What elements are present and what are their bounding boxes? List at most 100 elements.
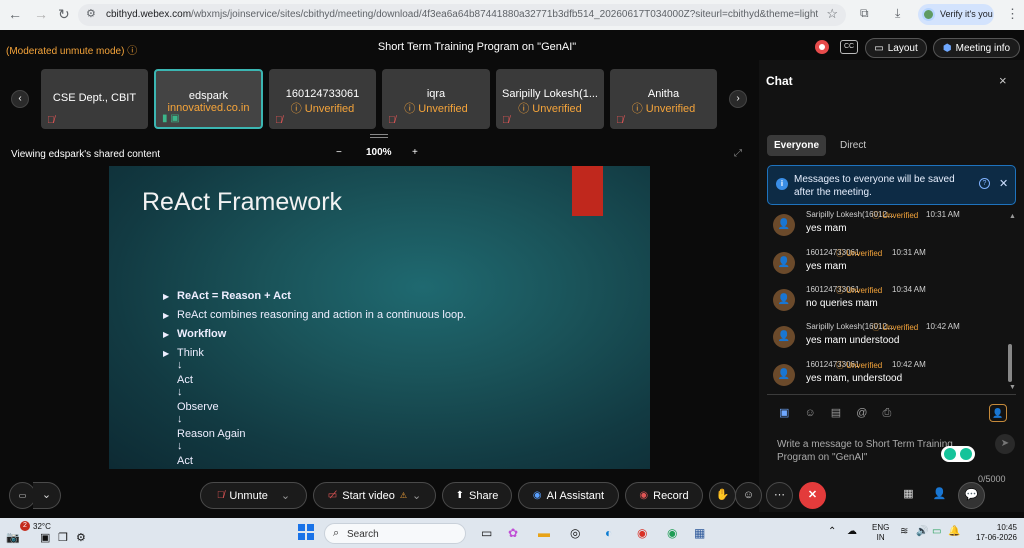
forward-icon[interactable]: → bbox=[34, 6, 48, 22]
extensions-icon[interactable]: ⧉ bbox=[860, 6, 869, 21]
chat-close-button[interactable]: × bbox=[999, 73, 1007, 88]
scroll-down-icon[interactable]: ▼ bbox=[1009, 384, 1016, 391]
wifi-icon[interactable]: ≋ bbox=[900, 526, 908, 537]
format-icon[interactable]: ▣ bbox=[779, 407, 789, 419]
windows-start-icon[interactable] bbox=[298, 524, 315, 541]
flow-arrow: ↓ bbox=[177, 440, 183, 452]
tab-direct[interactable]: Direct bbox=[833, 135, 873, 156]
taskbar-search-input[interactable]: ⌕ Search bbox=[324, 523, 466, 544]
share-icon: ⬆ bbox=[455, 490, 465, 501]
unmute-button[interactable]: 🎙̸ Unmute ⌄ bbox=[200, 482, 307, 509]
zoom-level: 100% bbox=[366, 147, 392, 158]
participant-tile[interactable]: Anitha ⓘ Unverified 🎙̸ bbox=[610, 69, 717, 129]
copilot-icon[interactable]: ✿ bbox=[508, 526, 518, 540]
reactions-icon[interactable]: 👤 bbox=[989, 404, 1007, 422]
bookmark-star-icon[interactable]: ☆ bbox=[826, 6, 838, 22]
leave-meeting-button[interactable]: ✕ bbox=[799, 482, 826, 509]
url-text: cbithyd.webex.com/wbxmjs/joinservice/sit… bbox=[106, 9, 818, 20]
word-icon[interactable]: ▦ bbox=[694, 526, 705, 540]
chrome-profile-icon[interactable]: ◉ bbox=[667, 526, 677, 540]
send-button[interactable]: ➤ bbox=[995, 434, 1015, 454]
battery-icon[interactable]: ▭ bbox=[932, 526, 941, 537]
snipping-icon[interactable]: ▣ bbox=[40, 531, 50, 544]
camera-icon[interactable]: 📷 bbox=[6, 531, 20, 544]
mention-icon[interactable]: @ bbox=[856, 407, 867, 419]
participant-tile-active-speaker[interactable]: edspark innovatived.co.in ▮ ▣ bbox=[154, 69, 263, 129]
message-time: 10:42 AM bbox=[892, 360, 926, 369]
slide-title: ReAct Framework bbox=[142, 188, 343, 216]
record-button[interactable]: ◉ Record bbox=[625, 482, 703, 509]
help-icon[interactable]: ? bbox=[979, 178, 990, 189]
grammarly-widget[interactable] bbox=[941, 446, 975, 462]
participant-tile[interactable]: 160124733061 ⓘ Unverified 🎙̸ bbox=[269, 69, 376, 129]
captions-options-chevron-down-icon[interactable]: ⌄ bbox=[33, 482, 61, 509]
chevron-up-icon[interactable]: ⌃ bbox=[828, 526, 836, 537]
back-icon[interactable]: ← bbox=[8, 6, 22, 22]
weather-temp[interactable]: 32°C bbox=[33, 522, 51, 531]
mic-muted-icon: 🎙̸ bbox=[388, 115, 396, 126]
participant-tile[interactable]: CSE Dept., CBIT 🎙̸ bbox=[41, 69, 148, 129]
reactions-button[interactable]: ☺ bbox=[735, 482, 762, 509]
captions-button[interactable]: ▭ bbox=[9, 482, 36, 509]
closed-captions-icon[interactable]: CC bbox=[840, 40, 858, 54]
reload-icon[interactable]: ↻ bbox=[58, 6, 70, 23]
user-avatar-icon: 👤 bbox=[773, 364, 795, 386]
window-icon[interactable]: ❐ bbox=[58, 531, 68, 544]
participant-status: ⓘ Unverified bbox=[290, 103, 355, 115]
bullet-triangle-icon: ▶ bbox=[163, 349, 170, 358]
sender-status: ⓘ Unverified bbox=[836, 249, 883, 258]
apps-icon[interactable]: ▦ bbox=[895, 482, 922, 509]
chat-toggle-button[interactable]: 💬 bbox=[958, 482, 985, 509]
raise-hand-button[interactable]: ✋ bbox=[709, 482, 736, 509]
tab-everyone[interactable]: Everyone bbox=[767, 135, 827, 156]
scroll-up-icon[interactable]: ▲ bbox=[1009, 213, 1016, 220]
participants-icon[interactable]: 👤 bbox=[926, 482, 953, 509]
address-bar[interactable]: ⚙ cbithyd.webex.com/wbxmjs/joinservice/s… bbox=[78, 4, 846, 26]
file-explorer-icon[interactable]: ▬ bbox=[538, 526, 550, 540]
start-video-button[interactable]: ▭̸ Start video ⚠ ⌄ bbox=[313, 482, 436, 509]
notice-close-button[interactable]: ✕ bbox=[999, 177, 1008, 190]
cloud-icon[interactable]: ☁ bbox=[847, 526, 857, 537]
edge-icon[interactable]: ◐ bbox=[605, 526, 612, 540]
meeting-info-button[interactable]: ⬢ Meeting info bbox=[933, 38, 1020, 58]
layout-button[interactable]: ▭ Layout bbox=[865, 38, 927, 58]
ai-assistant-button[interactable]: ◉ AI Assistant bbox=[518, 482, 619, 509]
download-icon[interactable]: ⤓ bbox=[895, 6, 900, 21]
browser-toolbar: ← → ↻ ⚙ cbithyd.webex.com/wbxmjs/joinser… bbox=[0, 0, 1024, 30]
taskbar-clock[interactable]: 10:45 17-06-2026 bbox=[976, 523, 1017, 543]
verify-profile-button[interactable]: Verify it's you bbox=[918, 4, 994, 25]
chrome-icon[interactable]: ◉ bbox=[637, 526, 647, 540]
emoji-icon[interactable]: ☺ bbox=[804, 407, 815, 419]
flow-arrow: ↓ bbox=[177, 386, 183, 398]
share-button[interactable]: ⬆ Share bbox=[442, 482, 512, 509]
info-icon: i bbox=[776, 178, 788, 190]
verify-label: Verify it's you bbox=[940, 9, 993, 19]
expand-icon[interactable]: ⤢ bbox=[734, 148, 742, 159]
participant-tile[interactable]: Saripilly Lokesh(1... ⓘ Unverified 🎙̸ bbox=[496, 69, 604, 129]
dell-icon[interactable]: ◎ bbox=[570, 526, 580, 540]
zoom-in-button[interactable]: + bbox=[412, 147, 418, 158]
attach-icon[interactable]: ⎙ bbox=[882, 407, 891, 419]
browser-menu-icon[interactable]: ⋮ bbox=[1006, 6, 1019, 22]
message-time: 10:31 AM bbox=[926, 210, 960, 219]
volume-icon[interactable]: 🔊 bbox=[916, 526, 928, 537]
task-view-icon[interactable]: ▭ bbox=[481, 526, 492, 540]
language-indicator[interactable]: ENG IN bbox=[872, 523, 889, 543]
site-info-icon[interactable]: ⚙ bbox=[86, 7, 96, 20]
bell-icon[interactable]: 🔔 bbox=[948, 526, 960, 537]
more-options-button[interactable]: ⋯ bbox=[766, 482, 793, 509]
participant-tile[interactable]: iqra ⓘ Unverified 🎙̸ bbox=[382, 69, 490, 129]
bullet-triangle-icon: ▶ bbox=[163, 330, 170, 339]
notice-text: Messages to everyone will be saved after… bbox=[794, 174, 955, 198]
layout-icon: ▭ bbox=[874, 42, 884, 54]
gif-icon[interactable]: ▤ bbox=[831, 407, 841, 419]
chat-message-input[interactable]: Write a message to Short Term Training P… bbox=[777, 438, 957, 464]
chat-scrollbar[interactable] bbox=[1008, 344, 1012, 382]
resize-grip-icon[interactable] bbox=[370, 134, 388, 138]
participant-name: iqra bbox=[426, 88, 446, 100]
divider bbox=[767, 394, 1016, 395]
settings-gear-icon[interactable]: ⚙ bbox=[76, 531, 86, 544]
participants-prev-button[interactable]: ‹ bbox=[11, 90, 29, 108]
participants-next-button[interactable]: › bbox=[729, 90, 747, 108]
zoom-out-button[interactable]: − bbox=[336, 147, 342, 158]
